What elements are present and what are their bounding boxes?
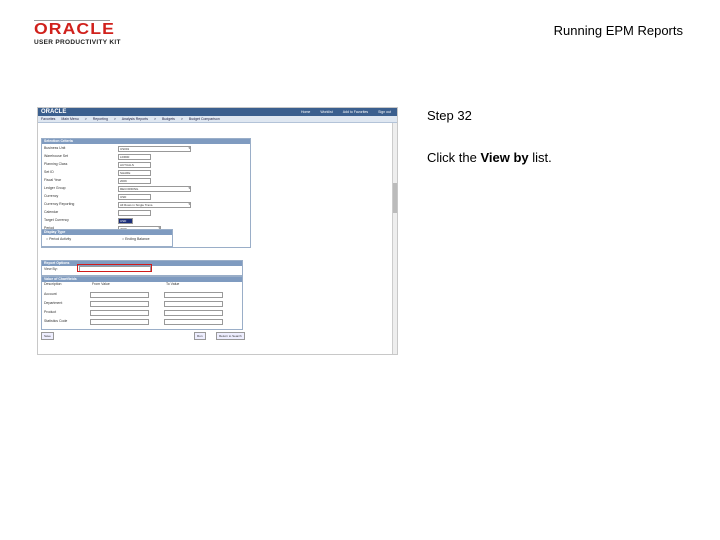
app-logo: ORACLE [41,109,67,115]
field-label: Business Unit [44,146,66,150]
field-input[interactable]: US001 [118,146,191,152]
instruction-post: list. [528,150,552,165]
to-input[interactable] [164,292,223,298]
app-screenshot: ORACLE Home Worklist Add to Favorites Si… [37,107,398,355]
field-input[interactable]: RECORDING [118,186,191,192]
field-label: Calendar [44,210,59,214]
chartfield-label: Statistics Code [44,319,68,323]
instruction-bold: View by [480,150,529,165]
app-breadcrumb: Favorites Main Menu > Reporting > Analys… [38,116,397,123]
radio-label: Ending Balance [125,237,150,241]
instruction-pre: Click the [427,150,481,165]
field-label: Warehouse Set [44,154,68,158]
scrollbar-thumb[interactable] [393,183,397,213]
oracle-upk-logo: ORACLE USER PRODUCTIVITY KIT [34,20,126,46]
to-input[interactable] [164,319,223,325]
field-label: Target Currency [44,218,69,222]
from-input[interactable] [90,292,149,298]
field-label: Fiscal Year [44,178,62,182]
run-button[interactable]: Run [194,332,206,340]
view-by-label: View By: [44,267,58,271]
display-type-section: Display Type ○ Period Activity ○ Ending … [41,229,173,247]
chartfields-section: Value of Chartfields Description From Va… [41,276,243,330]
link-signout[interactable]: Sign out [378,110,391,114]
step-number: Step 32 [427,108,472,123]
to-input[interactable] [164,301,223,307]
link-home[interactable]: Home [301,110,310,114]
chartfield-label: Product [44,310,57,314]
chartfield-label: Account [44,292,57,296]
nav-item[interactable]: Budgets [162,117,175,121]
field-label: Currency Reporting [44,202,75,206]
page-title: Running EPM Reports [553,23,683,38]
radio-ending[interactable]: ○ Ending Balance [122,237,150,242]
section-header: Value of Chartfields [42,277,242,282]
to-input[interactable] [164,310,223,316]
nav-item[interactable]: Budget Comparison [189,117,220,121]
section-header: Selection Criteria [42,139,250,144]
link-favorites[interactable]: Add to Favorites [343,110,368,114]
nav-item[interactable]: Main Menu [61,117,78,121]
field-input[interactable]: USD [118,194,151,200]
field-input[interactable]: ACTUALS [118,162,151,168]
nav-sep: > [113,117,116,121]
link-worklist[interactable]: Worklist [320,110,332,114]
field-input[interactable]: LDR00 [118,154,151,160]
save-button[interactable]: Save [41,332,54,340]
nav-sep: > [84,117,87,121]
from-input[interactable] [90,310,149,316]
nav-item[interactable]: Reporting [93,117,108,121]
field-label: Set ID [44,170,54,174]
field-input[interactable]: All Rows in Single Trans. [118,202,191,208]
nav-item[interactable]: Analysis Reports [122,117,148,121]
field-input[interactable]: 2009 [118,178,151,184]
logo-subtitle: USER PRODUCTIVITY KIT [34,39,121,46]
field-input[interactable]: USD [118,218,133,224]
app-header-bar: ORACLE Home Worklist Add to Favorites Si… [38,108,397,116]
col-to: To Value [166,282,180,286]
from-input[interactable] [90,319,149,325]
return-to-search-button[interactable]: Return to Search [216,332,245,340]
col-description: Description [44,282,62,286]
radio-period[interactable]: ○ Period Activity [46,237,71,242]
field-label: Ledger Group [44,186,66,190]
from-input[interactable] [90,301,149,307]
field-input[interactable]: SHARE [118,170,151,176]
field-label: Currency [44,194,59,198]
chartfields-header: Description From Value To Value [44,282,179,287]
section-header: Display Type [42,230,172,235]
field-input[interactable] [118,210,151,216]
radio-label: Period Activity [49,237,72,241]
view-by-highlight [77,264,152,272]
nav-item[interactable]: Favorites [41,117,55,121]
vertical-scrollbar[interactable] [392,123,397,354]
chartfield-label: Department [44,301,63,305]
nav-sep: > [180,117,183,121]
instruction-text: Click the View by list. [427,150,552,165]
field-label: Planning Class [44,162,68,166]
app-top-links: Home Worklist Add to Favorites Sign out [292,110,391,114]
col-from: From Value [92,282,110,286]
nav-sep: > [153,117,157,121]
logo-wordmark: ORACLE [34,21,115,38]
